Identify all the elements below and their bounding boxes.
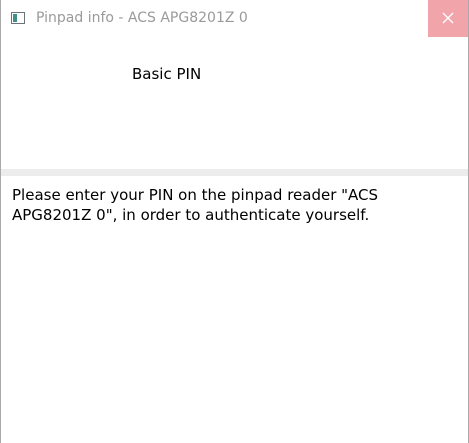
instruction-message: Please enter your PIN on the pinpad read…	[12, 186, 379, 224]
pinpad-info-window: Pinpad info - ACS APG8201Z 0 Basic PIN P…	[0, 0, 469, 443]
header-panel: Basic PIN	[1, 37, 468, 169]
window-app-icon-pane	[13, 14, 17, 22]
message-panel: Please enter your PIN on the pinpad read…	[1, 176, 468, 443]
close-icon	[442, 12, 454, 24]
title-bar[interactable]: Pinpad info - ACS APG8201Z 0	[1, 0, 468, 37]
window-title: Pinpad info - ACS APG8201Z 0	[36, 10, 248, 26]
close-button[interactable]	[428, 0, 468, 37]
header-title: Basic PIN	[132, 65, 202, 83]
window-app-icon	[11, 12, 25, 24]
section-divider	[1, 169, 468, 176]
